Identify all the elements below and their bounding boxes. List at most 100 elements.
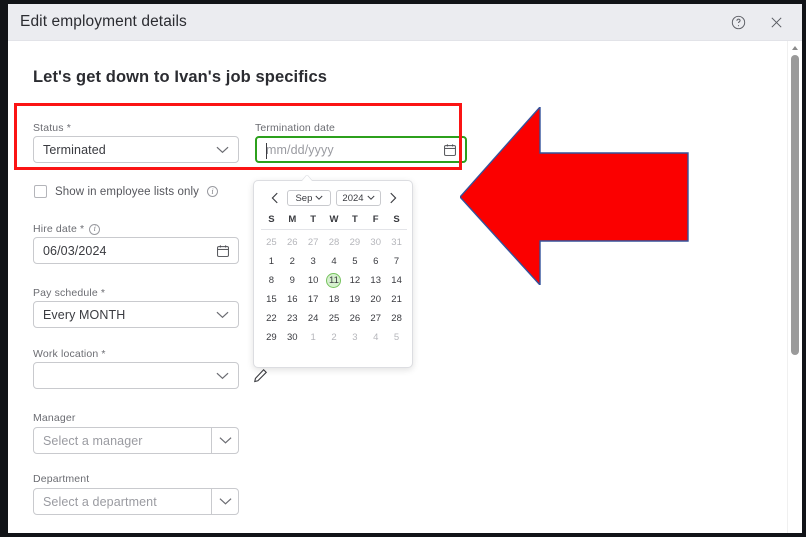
calendar-day[interactable]: 27 (303, 233, 324, 252)
show-in-employee-lists-label: Show in employee lists only (55, 185, 199, 198)
year-select[interactable]: 2024 (336, 190, 381, 206)
page-title: Let's get down to Ivan's job specifics (33, 68, 328, 86)
calendar-day[interactable]: 25 (324, 309, 345, 328)
calendar-day-selected[interactable]: 11 (324, 271, 345, 290)
titlebar-actions (728, 4, 796, 41)
vertical-scrollbar[interactable] (787, 41, 802, 533)
calendar-day[interactable]: 8 (261, 271, 282, 290)
calendar-day[interactable]: 25 (261, 233, 282, 252)
pencil-icon[interactable] (253, 368, 268, 388)
calendar-day[interactable]: 24 (303, 309, 324, 328)
calendar-day[interactable]: 29 (261, 328, 282, 347)
calendar-day[interactable]: 17 (303, 290, 324, 309)
calendar-day-number: 26 (349, 313, 361, 324)
hire-date-value: 06/03/2024 (43, 243, 107, 258)
calendar-day[interactable]: 20 (365, 290, 386, 309)
close-icon[interactable] (766, 13, 786, 33)
calendar-day-number: 6 (373, 256, 379, 267)
calendar-day-number: 13 (370, 275, 381, 286)
calendar-day-number: 2 (289, 256, 295, 267)
hire-date-input[interactable]: 06/03/2024 (33, 237, 239, 264)
pay-schedule-select[interactable]: Every MONTH (33, 301, 239, 328)
calendar-day-number: 19 (349, 294, 361, 305)
calendar-day[interactable]: 26 (282, 233, 303, 252)
calendar-day[interactable]: 29 (344, 233, 365, 252)
scrollbar-thumb[interactable] (791, 55, 799, 355)
calendar-day[interactable]: 7 (386, 252, 407, 271)
show-in-employee-lists-row[interactable]: Show in employee lists only i (34, 185, 218, 198)
annotation-arrow-left (460, 107, 690, 285)
calendar-day[interactable]: 2 (324, 328, 345, 347)
info-icon[interactable]: i (206, 186, 218, 197)
calendar-day[interactable]: 3 (303, 252, 324, 271)
calendar-day[interactable]: 28 (386, 309, 407, 328)
date-picker-popup[interactable]: Sep 2024 SMTWTFS 25 26 27 28 29 30 31 1 2 3 4 5 6 7 8 9… (253, 180, 413, 368)
calendar-day[interactable]: 30 (365, 233, 386, 252)
dialog-title: Edit employment details (20, 13, 187, 30)
calendar-day[interactable]: 3 (344, 328, 365, 347)
calendar-day-number: 20 (370, 294, 381, 305)
calendar-day[interactable]: 12 (344, 271, 365, 290)
termination-date-input[interactable]: mm/dd/yyyy (255, 136, 467, 163)
calendar-day[interactable]: 30 (282, 328, 303, 347)
chevron-down-icon[interactable] (211, 428, 238, 453)
calendar-day[interactable]: 23 (282, 309, 303, 328)
help-circle-icon[interactable] (728, 13, 748, 33)
calendar-day[interactable]: 5 (344, 252, 365, 271)
calendar-day[interactable]: 15 (261, 290, 282, 309)
calendar-day[interactable]: 28 (324, 233, 345, 252)
chevron-down-icon (216, 310, 229, 319)
calendar-day-number: 30 (286, 332, 298, 343)
department-select[interactable]: Select a department (33, 488, 239, 515)
month-value: Sep (295, 192, 313, 204)
calendar-day[interactable]: 16 (282, 290, 303, 309)
calendar-day[interactable]: 27 (365, 309, 386, 328)
chevron-left-icon[interactable] (268, 190, 282, 206)
calendar-day[interactable]: 1 (261, 252, 282, 271)
info-icon[interactable]: i (89, 223, 101, 235)
calendar-day[interactable]: 19 (344, 290, 365, 309)
calendar-day[interactable]: 31 (386, 233, 407, 252)
show-in-employee-lists-checkbox[interactable] (34, 185, 47, 198)
calendar-day[interactable]: 4 (324, 252, 345, 271)
calendar-day[interactable]: 13 (365, 271, 386, 290)
calendar-icon[interactable] (443, 143, 457, 157)
calendar-day[interactable]: 9 (282, 271, 303, 290)
calendar-day-number: 28 (391, 313, 402, 324)
calendar-day[interactable]: 5 (386, 328, 407, 347)
calendar-icon[interactable] (216, 244, 230, 258)
calendar-day[interactable]: 21 (386, 290, 407, 309)
scroll-up-arrow-icon[interactable] (788, 41, 802, 54)
calendar-day[interactable]: 6 (365, 252, 386, 271)
calendar-day-number: 25 (266, 237, 277, 248)
calendar-weekday: S (268, 214, 275, 225)
calendar-day-number: 9 (289, 275, 295, 286)
calendar-weekday: W (329, 214, 339, 225)
calendar-day[interactable]: 18 (324, 290, 345, 309)
calendar-day[interactable]: 1 (303, 328, 324, 347)
calendar-day-number: 7 (393, 256, 400, 267)
calendar-day[interactable]: 26 (344, 309, 365, 328)
month-select[interactable]: Sep (287, 190, 332, 206)
calendar-day[interactable]: 14 (386, 271, 407, 290)
calendar-header: Sep 2024 (254, 187, 414, 209)
calendar-day-number: 1 (268, 256, 275, 267)
status-select[interactable]: Terminated (33, 136, 239, 163)
calendar-day[interactable]: 4 (365, 328, 386, 347)
calendar-day-number: 23 (286, 313, 298, 324)
window-frame: Edit employment details Let's get down t… (0, 0, 806, 537)
calendar-day-number: 4 (373, 332, 379, 343)
termination-date-label: Termination date (255, 122, 336, 134)
chevron-right-icon[interactable] (386, 190, 400, 206)
manager-select[interactable]: Select a manager (33, 427, 239, 454)
calendar-day-number: 14 (391, 275, 402, 286)
calendar-day[interactable]: 2 (282, 252, 303, 271)
calendar-day[interactable]: 22 (261, 309, 282, 328)
calendar-day-grid[interactable]: 25 26 27 28 29 30 31 1 2 3 4 5 6 7 8 9 10 11 12 13 14 15 16 17 1… (261, 233, 407, 347)
calendar-day-number: 3 (310, 256, 316, 267)
chevron-down-icon[interactable] (211, 489, 238, 514)
work-location-select[interactable] (33, 362, 239, 389)
calendar-day[interactable]: 10 (303, 271, 324, 290)
calendar-day-number: 4 (331, 256, 337, 267)
calendar-day-number: 18 (328, 294, 340, 305)
